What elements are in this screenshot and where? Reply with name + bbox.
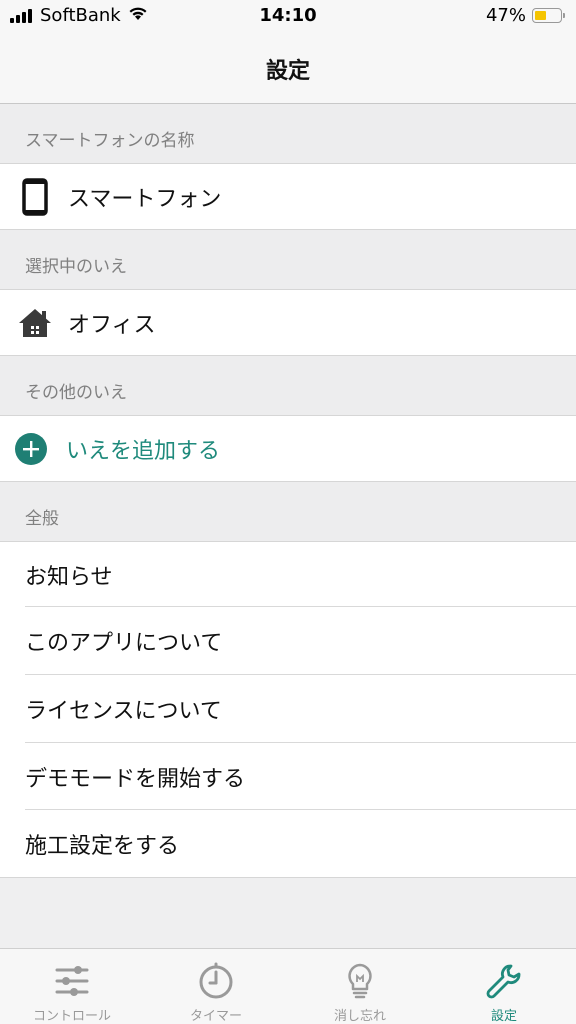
general-item-notifications[interactable]: お知らせ [0,541,576,607]
timer-icon [196,961,236,1001]
general-item-label: ライセンスについて [25,699,222,724]
navigation-bar: 設定 [0,34,576,104]
tab-bar: コントロール タイマー 消し忘れ 設定 [0,948,576,1024]
wrench-icon [484,961,524,1001]
general-item-demo-mode[interactable]: デモモードを開始する [0,743,576,810]
section-header-other-homes: その他のいえ [0,356,576,415]
tab-settings[interactable]: 設定 [432,949,576,1024]
general-item-label: デモモードを開始する [25,766,246,792]
page-title: 設定 [265,58,310,84]
general-item-installation-settings[interactable]: 施工設定をする [0,810,576,878]
general-item-about-app[interactable]: このアプリについて [0,607,576,675]
tab-label: 設定 [490,1009,517,1024]
general-item-label: お知らせ [25,564,113,590]
selected-home-row[interactable]: オフィス [0,289,576,356]
battery-fill [535,11,547,20]
general-item-label: このアプリについて [25,631,223,656]
selected-home-value: オフィス [68,312,156,338]
lightbulb-icon [340,961,380,1001]
add-home-button[interactable]: いえを追加する [0,415,576,482]
tab-label: タイマー [189,1009,242,1024]
status-bar: SoftBank 14:10 47% [0,0,576,34]
status-right: 47% [485,5,565,26]
tab-control[interactable]: コントロール [0,949,144,1024]
house-icon [15,303,55,343]
sliders-icon [52,961,92,1001]
battery-icon [532,8,565,23]
tab-forgot-lights[interactable]: 消し忘れ [288,949,432,1024]
tab-timer[interactable]: タイマー [144,949,288,1024]
section-header-selected-home: 選択中のいえ [0,230,576,289]
battery-percent: 47% [485,5,526,26]
phone-name-value: スマートフォン [68,186,222,212]
general-item-label: 施工設定をする [25,833,180,859]
tab-label: コントロール [32,1009,111,1024]
plus-circle-icon [15,432,47,465]
smartphone-icon [15,177,55,217]
general-item-licenses[interactable]: ライセンスについて [0,675,576,743]
tab-label: 消し忘れ [333,1009,386,1024]
add-home-label: いえを追加する [66,438,221,464]
phone-name-row[interactable]: スマートフォン [0,163,576,230]
section-header-phone-name: スマートフォンの名称 [0,104,576,163]
section-header-general: 全般 [0,482,576,541]
